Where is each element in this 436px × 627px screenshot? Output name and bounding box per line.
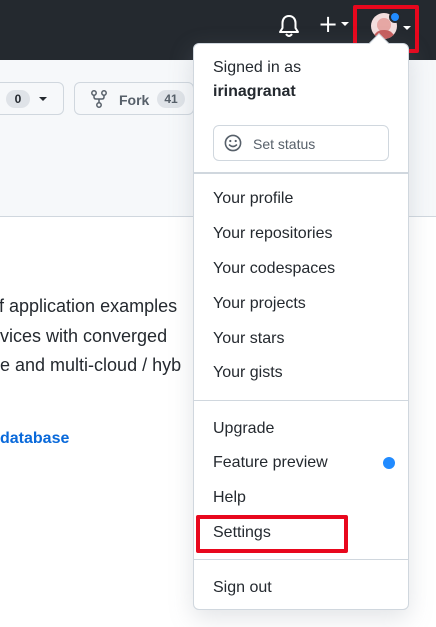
repo-description-line: vices with converged: [0, 326, 168, 346]
fork-label: Fork: [119, 92, 150, 108]
set-status-label: Set status: [253, 136, 316, 152]
menu-item-your-gists[interactable]: Your gists: [213, 364, 283, 382]
menu-item-your-stars[interactable]: Your stars: [213, 330, 284, 348]
fork-count: 41: [157, 90, 185, 108]
menu-item-help[interactable]: Help: [213, 489, 246, 507]
feature-preview-dot: [383, 457, 395, 469]
star-button[interactable]: 0: [0, 82, 64, 115]
bell-icon[interactable]: [278, 14, 300, 38]
topic-link[interactable]: database: [0, 430, 69, 448]
menu-divider: [194, 400, 408, 401]
settings-highlight: [196, 515, 348, 553]
set-status-button[interactable]: Set status: [213, 125, 389, 161]
repo-description-line: e and multi-cloud / hyb: [0, 355, 182, 375]
notification-dot: [389, 11, 401, 23]
menu-divider: [194, 173, 408, 174]
menu-item-sign-out[interactable]: Sign out: [213, 579, 272, 597]
repo-description-line: f application examples: [0, 296, 178, 316]
username[interactable]: irinagranat: [213, 83, 296, 101]
chevron-down-icon[interactable]: [341, 20, 349, 28]
menu-item-feature-preview[interactable]: Feature preview: [213, 454, 328, 472]
menu-divider: [194, 559, 408, 560]
chevron-down-icon[interactable]: [403, 24, 411, 32]
menu-item-your-profile[interactable]: Your profile: [213, 190, 293, 208]
smiley-icon: [224, 134, 242, 152]
menu-item-your-repositories[interactable]: Your repositories: [213, 225, 332, 243]
fork-button[interactable]: Fork 41: [74, 82, 194, 115]
chevron-down-icon[interactable]: [39, 95, 47, 103]
menu-item-your-codespaces[interactable]: Your codespaces: [213, 260, 335, 278]
menu-item-upgrade[interactable]: Upgrade: [213, 420, 274, 438]
signed-in-label: Signed in as: [213, 59, 302, 76]
star-count: 0: [6, 90, 30, 108]
plus-icon[interactable]: +: [318, 12, 338, 36]
fork-icon: [91, 90, 107, 108]
menu-item-your-projects[interactable]: Your projects: [213, 295, 306, 313]
